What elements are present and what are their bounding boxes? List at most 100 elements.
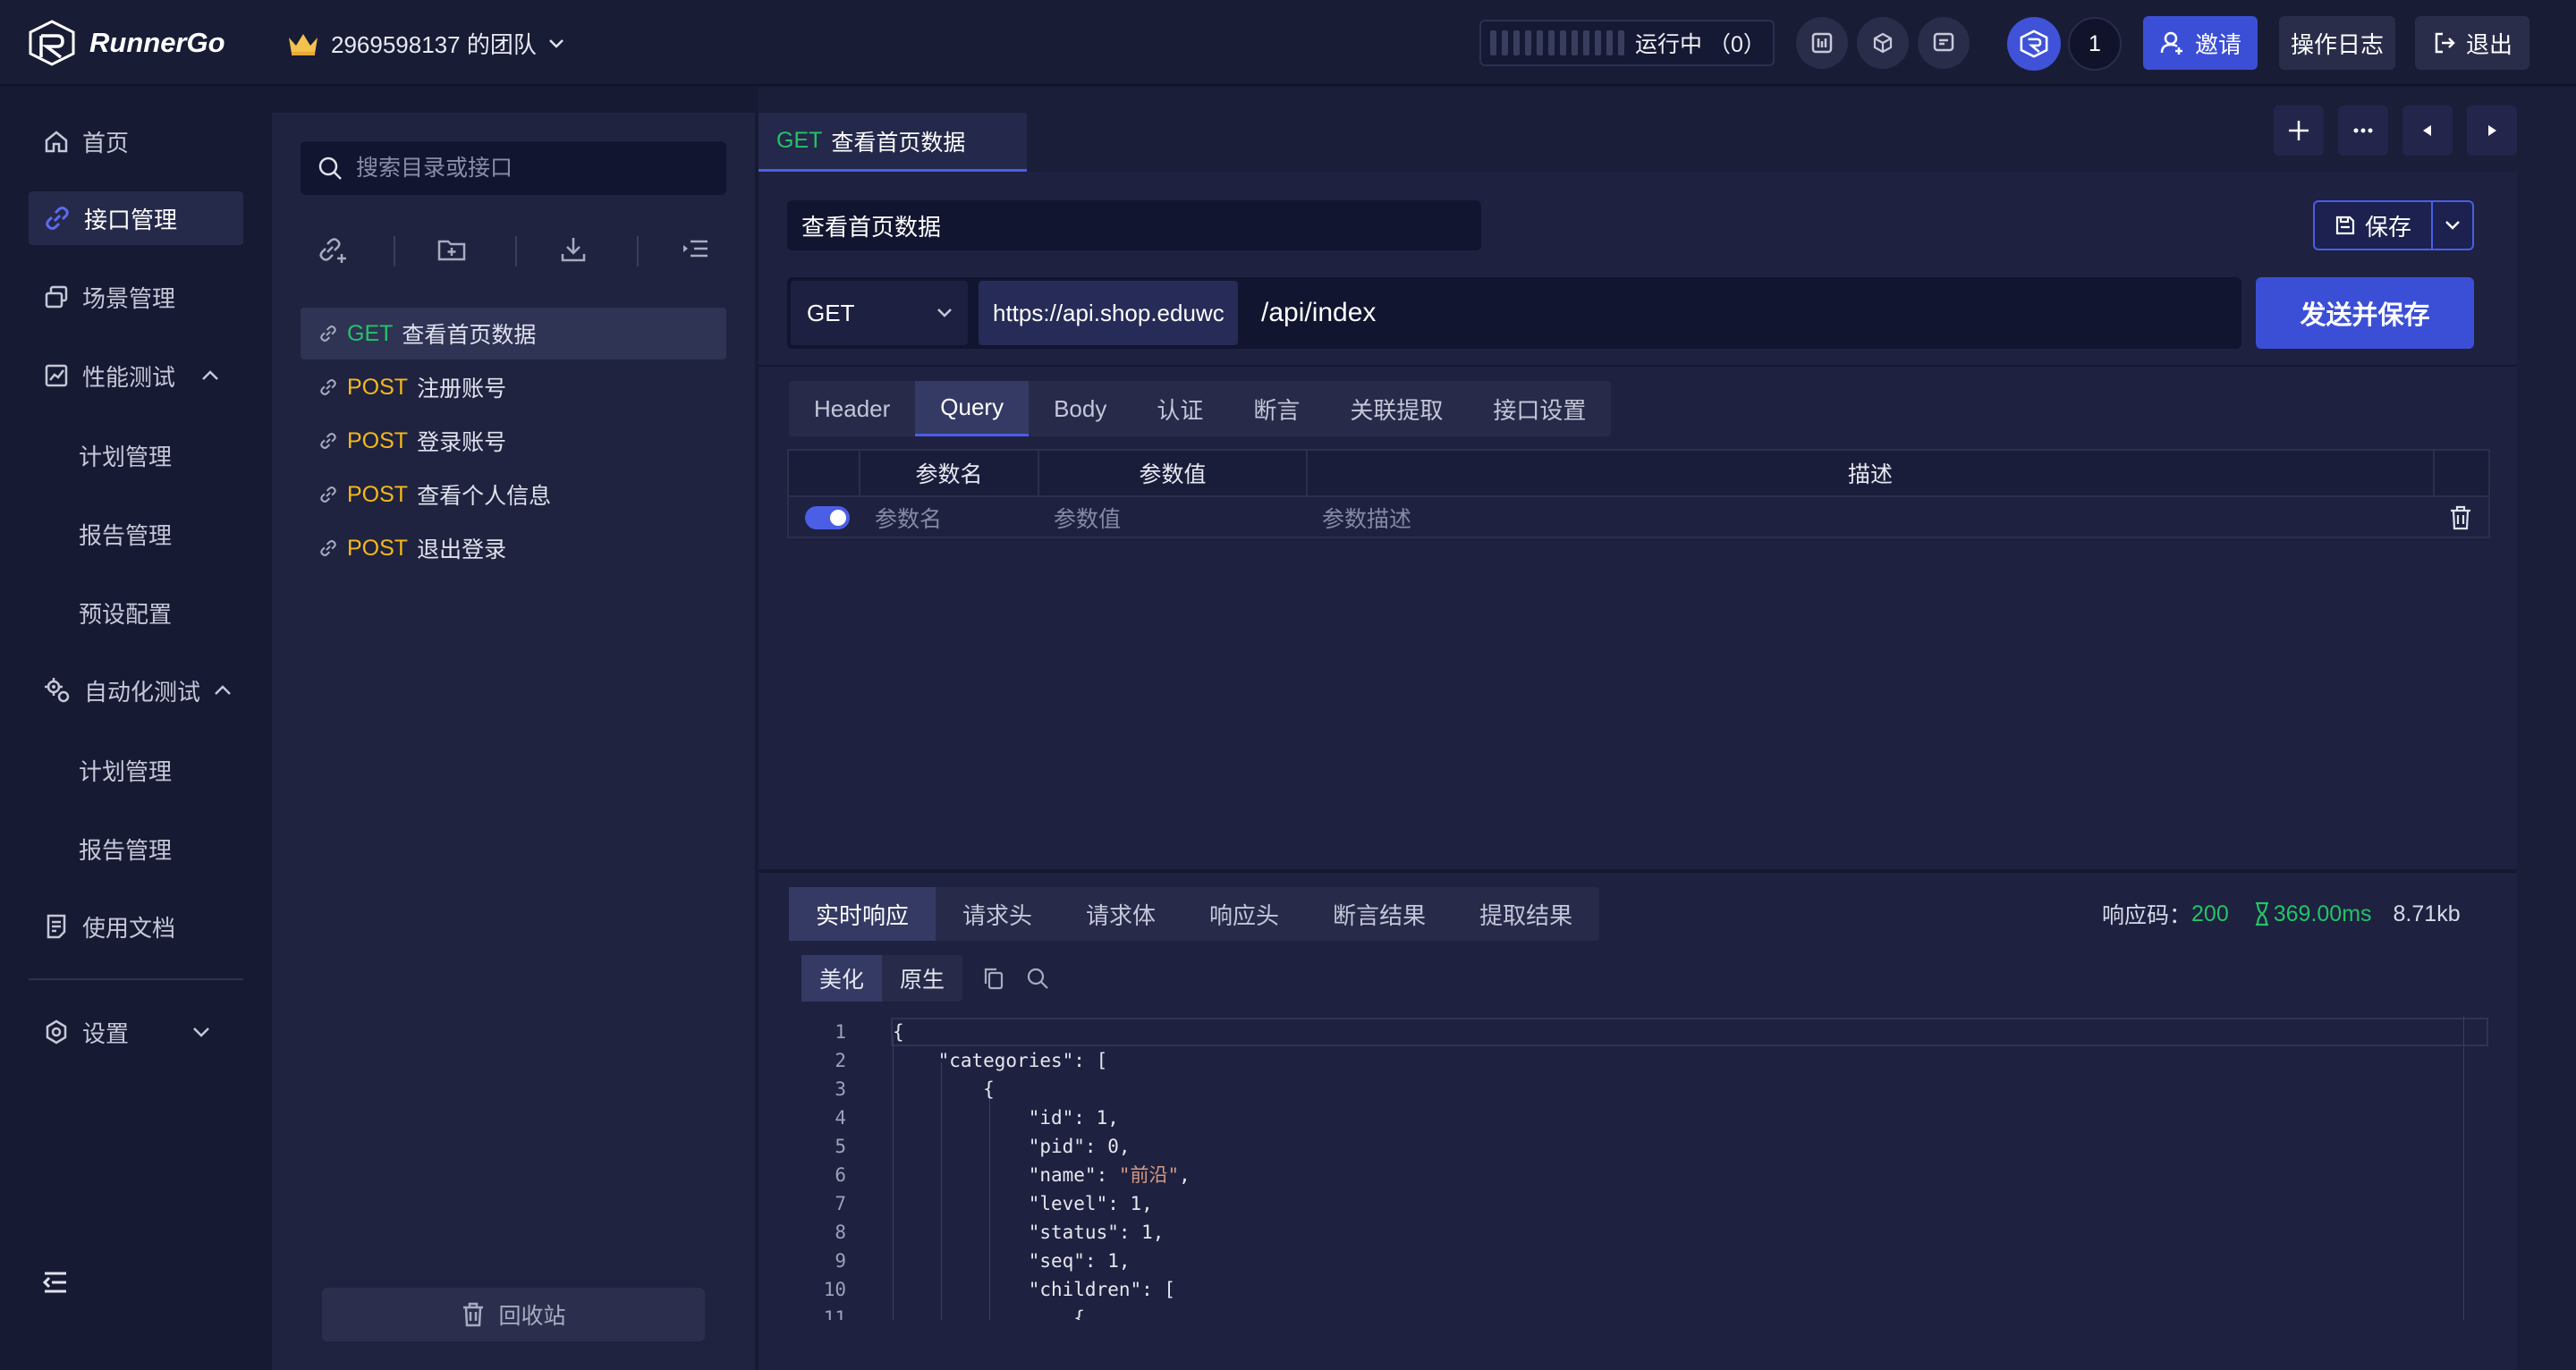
editor-tab[interactable]: GET 查看首页数据: [758, 113, 1027, 172]
param-desc-input[interactable]: 参数描述: [1322, 497, 1411, 538]
running-status[interactable]: 运行中 （0）: [1479, 20, 1775, 66]
method-select[interactable]: GET: [791, 281, 968, 345]
request-tab[interactable]: Body: [1029, 381, 1131, 436]
view-mode-option[interactable]: 原生: [882, 955, 962, 1002]
line-number: 6: [835, 1164, 846, 1186]
team-selector[interactable]: 2969598137 的团队: [286, 27, 565, 60]
settings-icon: [43, 1019, 70, 1045]
crown-icon: [286, 30, 320, 57]
add-folder-icon[interactable]: [436, 234, 467, 265]
response-tab[interactable]: 请求头: [936, 887, 1059, 941]
nav-home[interactable]: 首页: [29, 114, 243, 168]
request-tab[interactable]: 关联提取: [1325, 381, 1468, 436]
response-tab[interactable]: 响应头: [1182, 887, 1306, 941]
line-number: 1: [835, 1021, 846, 1043]
nav-perf-report[interactable]: 报告管理: [79, 512, 172, 556]
method-value: GET: [807, 299, 855, 326]
request-tab[interactable]: Query: [915, 381, 1030, 436]
link-icon: [318, 538, 338, 558]
link-icon: [318, 485, 338, 504]
response-tab[interactable]: 断言结果: [1306, 887, 1453, 941]
member-count[interactable]: 1: [2068, 17, 2122, 71]
home-icon: [43, 128, 70, 155]
param-name-input[interactable]: 参数名: [875, 497, 942, 538]
tree-item[interactable]: GET 查看首页数据: [301, 308, 726, 359]
nav-auto-plan[interactable]: 计划管理: [79, 748, 172, 792]
add-api-icon[interactable]: [317, 234, 347, 265]
request-tab[interactable]: 接口设置: [1468, 381, 1611, 436]
collapse-menu-icon[interactable]: [41, 1270, 70, 1295]
nav-api-management[interactable]: 接口管理: [29, 191, 243, 245]
search-icon[interactable]: [1025, 966, 1050, 991]
save-dropdown-button[interactable]: [2431, 200, 2474, 250]
link-icon: [43, 204, 72, 233]
send-and-save-button[interactable]: 发送并保存: [2256, 277, 2474, 349]
chevron-down-icon: [2444, 219, 2462, 232]
line-content: "seq": 1,: [893, 1250, 1131, 1272]
line-content: {: [893, 1021, 904, 1043]
nav-docs[interactable]: 使用文档: [29, 900, 243, 953]
report-icon-button[interactable]: [1796, 17, 1848, 69]
code-line: 3 {: [801, 1075, 2490, 1104]
line-number: 4: [835, 1107, 846, 1129]
logout-label: 退出: [2465, 30, 2512, 58]
line-number: 5: [835, 1136, 846, 1157]
param-value-input[interactable]: 参数值: [1054, 497, 1121, 538]
prev-tab-button[interactable]: [2402, 106, 2453, 156]
nav-perf-plan[interactable]: 计划管理: [79, 433, 172, 478]
line-content: {: [893, 1078, 995, 1100]
tree-item[interactable]: POST 登录账号: [301, 415, 726, 467]
path-input[interactable]: /api/index: [1261, 281, 2236, 345]
response-size: 8.71kb: [2393, 901, 2461, 926]
nav-auto-report[interactable]: 报告管理: [79, 826, 172, 871]
response-tab[interactable]: 实时响应: [789, 887, 936, 941]
more-button[interactable]: [2338, 106, 2388, 156]
nav-settings[interactable]: 设置: [29, 1005, 243, 1059]
tree-item[interactable]: POST 查看个人信息: [301, 469, 726, 520]
cube-icon-button[interactable]: [1857, 17, 1909, 69]
invite-button[interactable]: 邀请: [2143, 16, 2258, 70]
view-mode-option[interactable]: 美化: [801, 955, 883, 1002]
recycle-label: 回收站: [498, 1304, 566, 1329]
nav-scene-management[interactable]: 场景管理: [29, 270, 243, 324]
nav-home-label: 首页: [82, 129, 130, 156]
tree-item[interactable]: POST 退出登录: [301, 522, 726, 574]
copy-icon[interactable]: [982, 966, 1005, 991]
param-enable-toggle[interactable]: [805, 506, 850, 529]
delete-row-icon[interactable]: [2449, 497, 2472, 538]
next-tab-button[interactable]: [2467, 106, 2517, 156]
tree-item-name: 查看首页数据: [402, 323, 537, 348]
host-field[interactable]: https://api.shop.eduwc: [979, 281, 1238, 345]
save-button[interactable]: 保存: [2313, 200, 2431, 250]
response-tab[interactable]: 请求体: [1059, 887, 1182, 941]
nav-perf-preset[interactable]: 预设配置: [79, 590, 172, 635]
expand-tree-icon[interactable]: [680, 234, 710, 265]
user-avatar[interactable]: [2007, 17, 2061, 71]
logout-button[interactable]: 退出: [2415, 16, 2529, 70]
request-tab[interactable]: 认证: [1131, 381, 1228, 436]
divider: [758, 365, 2517, 367]
tree-item[interactable]: POST 注册账号: [301, 361, 726, 413]
chevron-up-icon: [213, 684, 233, 697]
tab-method: GET: [776, 128, 823, 153]
response-body-code[interactable]: 1{2 "categories": [3 {4 "id": 1, 5 "pid":…: [801, 1016, 2490, 1320]
recycle-bin-button[interactable]: 回收站: [322, 1288, 705, 1341]
nav-automation-test[interactable]: 自动化测试: [29, 664, 243, 717]
new-tab-button[interactable]: [2274, 106, 2324, 156]
tree-search[interactable]: [301, 141, 726, 195]
nav-performance-test[interactable]: 性能测试: [29, 349, 243, 402]
nav-auto-label: 自动化测试: [84, 678, 201, 706]
request-tab[interactable]: 断言: [1228, 381, 1325, 436]
toolbar-divider: [637, 236, 639, 266]
request-tab[interactable]: Header: [789, 381, 915, 436]
api-name-field[interactable]: 查看首页数据: [787, 200, 1481, 250]
code-line: 10 "children": [: [801, 1275, 2490, 1304]
header-param-value: 参数值: [1039, 451, 1308, 495]
import-icon[interactable]: [558, 234, 589, 265]
response-tab[interactable]: 提取结果: [1453, 887, 1599, 941]
trash-icon: [461, 1301, 486, 1328]
operation-log-button[interactable]: 操作日志: [2279, 16, 2395, 70]
line-content: "name": "前沿",: [893, 1164, 1191, 1186]
message-icon-button[interactable]: [1918, 17, 1970, 69]
search-input[interactable]: [356, 155, 696, 182]
